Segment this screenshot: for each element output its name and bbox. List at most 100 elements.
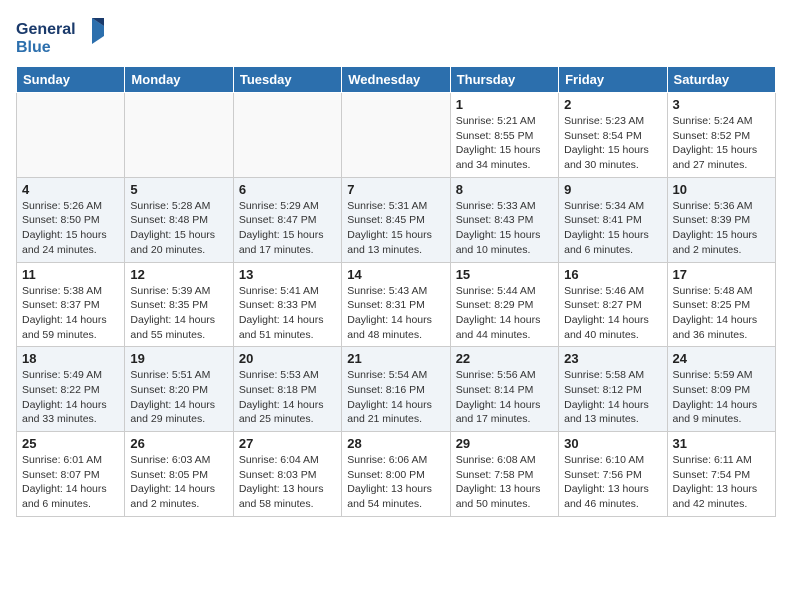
day-info: Sunrise: 5:44 AM Sunset: 8:29 PM Dayligh… (456, 284, 553, 343)
calendar-week-5: 25 Sunrise: 6:01 AM Sunset: 8:07 PM Dayli… (17, 432, 776, 517)
calendar-cell: 11 Sunrise: 5:38 AM Sunset: 8:37 PM Dayli… (17, 262, 125, 347)
weekday-header-saturday: Saturday (667, 67, 775, 93)
weekday-header-row: SundayMondayTuesdayWednesdayThursdayFrid… (17, 67, 776, 93)
calendar-week-2: 4 Sunrise: 5:26 AM Sunset: 8:50 PM Daylig… (17, 177, 776, 262)
day-number: 30 (564, 436, 661, 451)
day-number: 22 (456, 351, 553, 366)
day-number: 10 (673, 182, 770, 197)
day-info: Sunrise: 5:48 AM Sunset: 8:25 PM Dayligh… (673, 284, 770, 343)
day-info: Sunrise: 5:49 AM Sunset: 8:22 PM Dayligh… (22, 368, 119, 427)
calendar-table: SundayMondayTuesdayWednesdayThursdayFrid… (16, 66, 776, 517)
calendar-cell: 1Sunrise: 5:21 AM Sunset: 8:55 PM Daylig… (450, 93, 558, 178)
calendar-cell: 13 Sunrise: 5:41 AM Sunset: 8:33 PM Dayli… (233, 262, 341, 347)
calendar-week-1: 1Sunrise: 5:21 AM Sunset: 8:55 PM Daylig… (17, 93, 776, 178)
day-info: Sunrise: 5:33 AM Sunset: 8:43 PM Dayligh… (456, 199, 553, 258)
calendar-cell: 6Sunrise: 5:29 AM Sunset: 8:47 PM Daylig… (233, 177, 341, 262)
day-info: Sunrise: 5:43 AM Sunset: 8:31 PM Dayligh… (347, 284, 444, 343)
calendar-cell: 28Sunrise: 6:06 AM Sunset: 8:00 PM Dayli… (342, 432, 450, 517)
weekday-header-friday: Friday (559, 67, 667, 93)
day-number: 21 (347, 351, 444, 366)
day-number: 4 (22, 182, 119, 197)
calendar-cell: 9 Sunrise: 5:34 AM Sunset: 8:41 PM Daylig… (559, 177, 667, 262)
day-number: 18 (22, 351, 119, 366)
weekday-header-thursday: Thursday (450, 67, 558, 93)
calendar-cell: 24Sunrise: 5:59 AM Sunset: 8:09 PM Dayli… (667, 347, 775, 432)
calendar-cell: 18 Sunrise: 5:49 AM Sunset: 8:22 PM Dayli… (17, 347, 125, 432)
calendar-cell: 21 Sunrise: 5:54 AM Sunset: 8:16 PM Dayli… (342, 347, 450, 432)
day-number: 3 (673, 97, 770, 112)
day-number: 31 (673, 436, 770, 451)
day-info: Sunrise: 5:54 AM Sunset: 8:16 PM Dayligh… (347, 368, 444, 427)
day-number: 2 (564, 97, 661, 112)
svg-text:General: General (16, 21, 76, 38)
calendar-cell: 16 Sunrise: 5:46 AM Sunset: 8:27 PM Dayli… (559, 262, 667, 347)
day-info: Sunrise: 5:31 AM Sunset: 8:45 PM Dayligh… (347, 199, 444, 258)
day-info: Sunrise: 6:04 AM Sunset: 8:03 PM Dayligh… (239, 453, 336, 512)
day-number: 25 (22, 436, 119, 451)
calendar-cell: 2 Sunrise: 5:23 AM Sunset: 8:54 PM Daylig… (559, 93, 667, 178)
calendar-cell: 15 Sunrise: 5:44 AM Sunset: 8:29 PM Dayli… (450, 262, 558, 347)
calendar-cell: 7Sunrise: 5:31 AM Sunset: 8:45 PM Daylig… (342, 177, 450, 262)
day-info: Sunrise: 5:24 AM Sunset: 8:52 PM Dayligh… (673, 114, 770, 173)
calendar-cell (125, 93, 233, 178)
day-info: Sunrise: 5:59 AM Sunset: 8:09 PM Dayligh… (673, 368, 770, 427)
day-info: Sunrise: 5:41 AM Sunset: 8:33 PM Dayligh… (239, 284, 336, 343)
weekday-header-tuesday: Tuesday (233, 67, 341, 93)
logo: General Blue (16, 16, 106, 58)
day-number: 17 (673, 267, 770, 282)
day-info: Sunrise: 5:36 AM Sunset: 8:39 PM Dayligh… (673, 199, 770, 258)
day-info: Sunrise: 5:29 AM Sunset: 8:47 PM Dayligh… (239, 199, 336, 258)
calendar-cell: 3 Sunrise: 5:24 AM Sunset: 8:52 PM Daylig… (667, 93, 775, 178)
day-info: Sunrise: 5:23 AM Sunset: 8:54 PM Dayligh… (564, 114, 661, 173)
day-info: Sunrise: 5:38 AM Sunset: 8:37 PM Dayligh… (22, 284, 119, 343)
day-info: Sunrise: 5:39 AM Sunset: 8:35 PM Dayligh… (130, 284, 227, 343)
day-info: Sunrise: 6:06 AM Sunset: 8:00 PM Dayligh… (347, 453, 444, 512)
calendar-cell (233, 93, 341, 178)
calendar-cell: 23 Sunrise: 5:58 AM Sunset: 8:12 PM Dayli… (559, 347, 667, 432)
calendar-cell: 5Sunrise: 5:28 AM Sunset: 8:48 PM Daylig… (125, 177, 233, 262)
day-info: Sunrise: 5:53 AM Sunset: 8:18 PM Dayligh… (239, 368, 336, 427)
calendar-cell: 8 Sunrise: 5:33 AM Sunset: 8:43 PM Daylig… (450, 177, 558, 262)
day-info: Sunrise: 6:08 AM Sunset: 7:58 PM Dayligh… (456, 453, 553, 512)
day-info: Sunrise: 5:26 AM Sunset: 8:50 PM Dayligh… (22, 199, 119, 258)
day-number: 14 (347, 267, 444, 282)
page-header: General Blue (16, 16, 776, 58)
day-number: 15 (456, 267, 553, 282)
calendar-cell: 31 Sunrise: 6:11 AM Sunset: 7:54 PM Dayli… (667, 432, 775, 517)
day-number: 19 (130, 351, 227, 366)
calendar-cell: 14 Sunrise: 5:43 AM Sunset: 8:31 PM Dayli… (342, 262, 450, 347)
day-number: 9 (564, 182, 661, 197)
calendar-cell: 12Sunrise: 5:39 AM Sunset: 8:35 PM Dayli… (125, 262, 233, 347)
day-number: 16 (564, 267, 661, 282)
day-number: 5 (130, 182, 227, 197)
day-info: Sunrise: 6:01 AM Sunset: 8:07 PM Dayligh… (22, 453, 119, 512)
weekday-header-monday: Monday (125, 67, 233, 93)
calendar-cell: 27 Sunrise: 6:04 AM Sunset: 8:03 PM Dayli… (233, 432, 341, 517)
day-info: Sunrise: 6:11 AM Sunset: 7:54 PM Dayligh… (673, 453, 770, 512)
calendar-week-4: 18 Sunrise: 5:49 AM Sunset: 8:22 PM Dayli… (17, 347, 776, 432)
day-number: 20 (239, 351, 336, 366)
calendar-cell: 19 Sunrise: 5:51 AM Sunset: 8:20 PM Dayli… (125, 347, 233, 432)
calendar-cell (342, 93, 450, 178)
weekday-header-wednesday: Wednesday (342, 67, 450, 93)
day-info: Sunrise: 5:46 AM Sunset: 8:27 PM Dayligh… (564, 284, 661, 343)
calendar-week-3: 11 Sunrise: 5:38 AM Sunset: 8:37 PM Dayli… (17, 262, 776, 347)
day-info: Sunrise: 5:34 AM Sunset: 8:41 PM Dayligh… (564, 199, 661, 258)
calendar-cell: 30 Sunrise: 6:10 AM Sunset: 7:56 PM Dayli… (559, 432, 667, 517)
calendar-cell: 25 Sunrise: 6:01 AM Sunset: 8:07 PM Dayli… (17, 432, 125, 517)
day-info: Sunrise: 6:10 AM Sunset: 7:56 PM Dayligh… (564, 453, 661, 512)
calendar-cell: 29Sunrise: 6:08 AM Sunset: 7:58 PM Dayli… (450, 432, 558, 517)
day-number: 26 (130, 436, 227, 451)
calendar-cell: 4 Sunrise: 5:26 AM Sunset: 8:50 PM Daylig… (17, 177, 125, 262)
day-number: 11 (22, 267, 119, 282)
day-number: 23 (564, 351, 661, 366)
calendar-cell: 17 Sunrise: 5:48 AM Sunset: 8:25 PM Dayli… (667, 262, 775, 347)
day-number: 27 (239, 436, 336, 451)
day-info: Sunrise: 5:51 AM Sunset: 8:20 PM Dayligh… (130, 368, 227, 427)
day-number: 13 (239, 267, 336, 282)
day-number: 8 (456, 182, 553, 197)
calendar-cell: 26Sunrise: 6:03 AM Sunset: 8:05 PM Dayli… (125, 432, 233, 517)
svg-text:Blue: Blue (16, 39, 51, 56)
calendar-header: SundayMondayTuesdayWednesdayThursdayFrid… (17, 67, 776, 93)
day-info: Sunrise: 5:58 AM Sunset: 8:12 PM Dayligh… (564, 368, 661, 427)
